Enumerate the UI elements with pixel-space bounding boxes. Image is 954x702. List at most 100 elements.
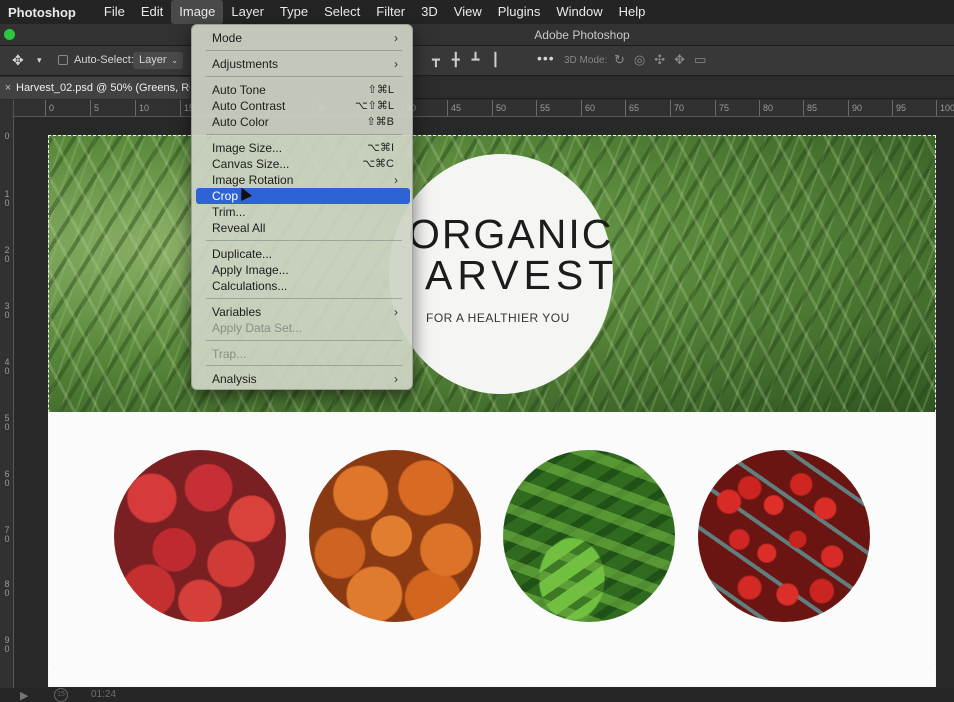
pumpkins-circle-image <box>309 450 481 622</box>
submenu-chevron-icon: › <box>394 173 398 187</box>
auto-select-checkbox[interactable] <box>58 55 68 65</box>
menu-item-label: Reveal All <box>212 221 266 235</box>
menu-item-auto-tone[interactable]: Auto Tone ⇧⌘L <box>196 82 410 98</box>
menu-item-canvas-size[interactable]: Canvas Size... ⌥⌘C <box>196 156 410 172</box>
menu-item-adjustments[interactable]: Adjustments › <box>196 56 410 72</box>
ruler-tick-label: 90 <box>847 100 863 116</box>
3d-camera-icon[interactable]: ▭ <box>694 52 706 68</box>
menu-item-label: Apply Image... <box>212 263 289 277</box>
menu-type[interactable]: Type <box>272 0 316 24</box>
menu-file[interactable]: File <box>96 0 133 24</box>
menu-item-calculations[interactable]: Calculations... <box>196 278 410 294</box>
menu-item-label: Auto Color <box>212 115 269 129</box>
menu-item-mode[interactable]: Mode › <box>196 30 410 46</box>
menu-item-auto-color[interactable]: Auto Color ⇧⌘B <box>196 114 410 130</box>
3d-orbit-icon[interactable]: ↻ <box>614 52 625 68</box>
menu-item-label: Trim... <box>212 205 246 219</box>
ruler-tick-label: 10 <box>134 100 150 116</box>
ruler-tick-label: 7 0 <box>4 525 10 544</box>
hero-tagline: FOR A HEALTHIER YOU <box>426 311 570 325</box>
ruler-tick-label: 85 <box>802 100 818 116</box>
document-tab[interactable]: × Harvest_02.psd @ 50% (Greens, RG <box>0 77 190 99</box>
align-vertical-center-icon[interactable]: ╋ <box>452 52 460 68</box>
ruler-tick-label: 45 <box>446 100 462 116</box>
ruler-tick-label: 2 0 <box>4 245 10 264</box>
image-menu-dropdown: Mode › Adjustments › Auto Tone ⇧⌘L Auto Contra… <box>191 24 413 390</box>
ruler-tick-label: 50 <box>491 100 507 116</box>
menu-separator <box>206 76 402 77</box>
menu-item-auto-contrast[interactable]: Auto Contrast ⌥⇧⌘L <box>196 98 410 114</box>
menu-item-apply-image[interactable]: Apply Image... <box>196 262 410 278</box>
menu-item-crop[interactable]: Crop <box>196 188 410 204</box>
rewind-15-button[interactable]: 15 <box>54 688 68 702</box>
ruler-tick-label: 6 0 <box>4 469 10 488</box>
menu-item-shortcut: ⇧⌘L <box>367 84 394 96</box>
menu-view[interactable]: View <box>446 0 490 24</box>
more-options-icon[interactable]: ••• <box>537 50 555 66</box>
menu-item-label: Adjustments <box>212 57 279 71</box>
timeline-time: 01:24 <box>91 689 117 700</box>
menu-item-label: Image Rotation <box>212 173 294 187</box>
window-title-bar: Adobe Photoshop <box>0 24 954 46</box>
menu-3d[interactable]: 3D <box>413 0 446 24</box>
tool-preset-chevron-icon[interactable]: ▾ <box>37 55 42 66</box>
hero-greens-image: ORGANIC ARVEST FOR A HEALTHIER YOU <box>48 135 936 412</box>
document-tab-bar: × Harvest_02.psd @ 50% (Greens, RG <box>0 77 954 99</box>
menu-separator <box>206 240 402 241</box>
align-bottom-icon[interactable]: ┻ <box>472 52 480 68</box>
ruler-tick-label: 100 <box>935 100 954 116</box>
menu-item-label: Analysis <box>212 372 257 386</box>
play-icon[interactable]: ▶ <box>20 689 28 702</box>
menu-item-reveal-all[interactable]: Reveal All <box>196 220 410 236</box>
menu-layer[interactable]: Layer <box>223 0 272 24</box>
distribute-icon[interactable]: ┃ <box>491 52 499 68</box>
menu-window[interactable]: Window <box>548 0 610 24</box>
app-menu-photoshop[interactable]: Photoshop <box>8 5 76 20</box>
menu-help[interactable]: Help <box>611 0 654 24</box>
vertical-ruler[interactable]: 01 02 03 04 05 06 07 08 09 01 <box>0 100 14 702</box>
menu-edit[interactable]: Edit <box>133 0 171 24</box>
timeline-strip: ▶ 15 01:24 <box>0 688 954 702</box>
3d-drag-icon[interactable]: ✣ <box>654 52 665 68</box>
chevron-down-icon: ⌄ <box>171 56 178 65</box>
menu-item-shortcut: ⌥⌘I <box>367 142 394 154</box>
menu-item-duplicate[interactable]: Duplicate... <box>196 246 410 262</box>
horizontal-ruler[interactable]: 0510152025303540455055606570758085909510… <box>14 100 954 117</box>
submenu-chevron-icon: › <box>394 31 398 45</box>
menu-item-label: Apply Data Set... <box>212 321 303 335</box>
hero-title-line1: ORGANIC <box>408 211 614 257</box>
menu-item-image-rotation[interactable]: Image Rotation › <box>196 172 410 188</box>
menu-plugins[interactable]: Plugins <box>490 0 549 24</box>
menu-item-shortcut: ⌥⇧⌘L <box>354 100 394 112</box>
menu-item-label: Duplicate... <box>212 247 273 261</box>
menu-filter[interactable]: Filter <box>368 0 413 24</box>
menu-item-analysis[interactable]: Analysis › <box>196 371 410 387</box>
auto-select-target-dropdown[interactable]: Layer ⌄ <box>133 52 183 69</box>
tomatoes-circle-image <box>698 450 870 622</box>
move-tool-icon[interactable]: ✥ <box>12 52 24 69</box>
ruler-tick-label: 3 0 <box>4 301 10 320</box>
options-bar: ✥ ▾ Auto-Select: Layer ⌄ ┳ ╋ ┻ ┃ ••• 3D … <box>0 46 954 76</box>
ruler-tick-label: 0 <box>44 100 55 116</box>
align-top-icon[interactable]: ┳ <box>432 52 440 68</box>
canvas-area[interactable]: ORGANIC ARVEST FOR A HEALTHIER YOU <box>15 118 954 702</box>
menu-item-variables[interactable]: Variables › <box>196 304 410 320</box>
close-tab-icon[interactable]: × <box>0 77 16 99</box>
window-title: Adobe Photoshop <box>534 28 630 42</box>
ruler-tick-label: 1 0 <box>4 189 10 208</box>
menu-item-image-size[interactable]: Image Size... ⌥⌘I <box>196 140 410 156</box>
ruler-tick-label: 5 <box>89 100 100 116</box>
3d-slide-icon[interactable]: ✥ <box>674 52 685 68</box>
3d-roll-icon[interactable]: ◎ <box>634 52 645 68</box>
ruler-tick-label: 60 <box>580 100 596 116</box>
ruler-tick-label: 75 <box>714 100 730 116</box>
menu-separator <box>206 50 402 51</box>
menu-separator <box>206 365 402 366</box>
menu-select[interactable]: Select <box>316 0 368 24</box>
ruler-tick-label: 65 <box>624 100 640 116</box>
menu-item-trim[interactable]: Trim... <box>196 204 410 220</box>
menu-item-trap: Trap... <box>196 346 410 362</box>
document-canvas[interactable]: ORGANIC ARVEST FOR A HEALTHIER YOU <box>48 135 936 687</box>
menu-item-label: Auto Tone <box>212 83 266 97</box>
menu-image[interactable]: Image <box>171 0 224 24</box>
